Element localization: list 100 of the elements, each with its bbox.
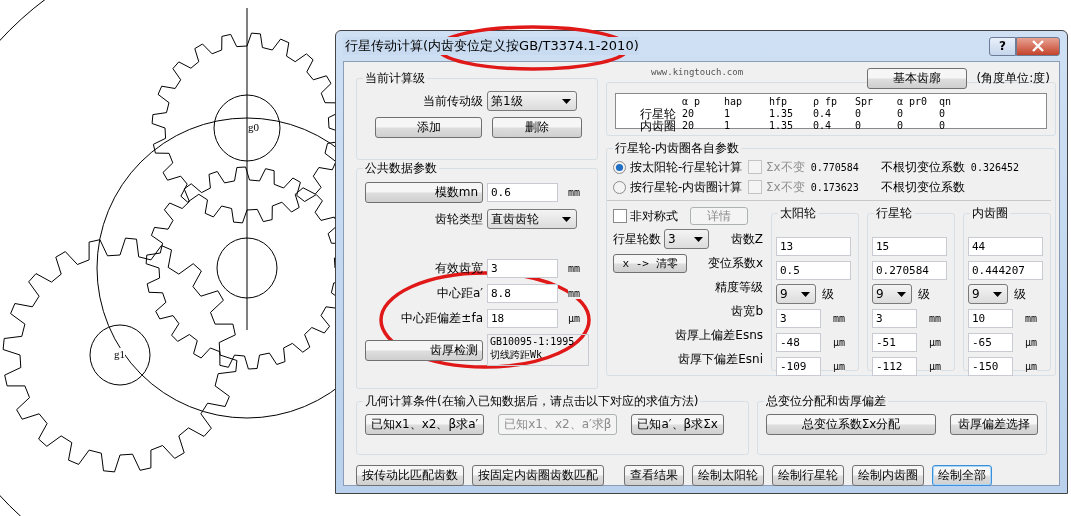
thickness-check-button[interactable]: 齿厚检测 (365, 339, 483, 361)
input-field[interactable]: -112 (872, 356, 917, 376)
unit-label: mm (568, 187, 581, 198)
checkbox-label: 非对称式 (630, 207, 678, 225)
table-cell-text: 0.4 (812, 120, 833, 132)
table-cell-text: 0 (854, 108, 863, 120)
group-title: 当前计算级 (363, 70, 427, 87)
input-field[interactable]: -150 (968, 356, 1013, 376)
planet-count-dropdown[interactable]: 3 (664, 229, 709, 249)
action-button[interactable]: 按传动比匹配齿数 (356, 465, 464, 486)
input-field[interactable]: 13 (776, 236, 851, 256)
input-field[interactable]: 15 (872, 236, 947, 256)
group-title: 太阳轮 (778, 205, 818, 222)
field-label: 不根切变位系数 (880, 158, 965, 176)
close-icon (1031, 40, 1045, 52)
action-button[interactable]: 绘制全部 (932, 465, 992, 486)
input-field[interactable]: 3 (487, 259, 558, 278)
unit-label: μm (568, 313, 581, 324)
gear-label: g1 (114, 348, 125, 360)
action-button[interactable]: 绘制内齿圈 (852, 465, 924, 486)
help-button[interactable]: ? (989, 36, 1016, 56)
column-header: ρ fp (812, 96, 839, 108)
gear-type-dropdown[interactable]: 直齿齿轮 (487, 209, 577, 229)
table-cell-text: 0 (938, 120, 947, 132)
unit-label: mm (568, 288, 581, 299)
input-field[interactable]: 0.5 (776, 260, 851, 280)
grade-dropdown[interactable]: 9 (776, 284, 816, 304)
caret-icon (993, 291, 1002, 297)
row-label: 齿数Z (730, 230, 763, 248)
checkbox-label: Σx不变 (766, 178, 805, 196)
checkbox[interactable] (613, 209, 627, 223)
group-title: 行星轮 (874, 205, 914, 222)
field-label: 中心距a′ (435, 285, 483, 302)
input-field[interactable]: 0.270584 (872, 260, 947, 280)
grade-dropdown[interactable]: 9 (872, 284, 912, 304)
module-field[interactable]: 0.6 (487, 183, 558, 202)
profile-button[interactable]: 基本齿廓 (866, 67, 967, 89)
unit-label: 级 (918, 285, 930, 303)
table-cell-text: 20 (681, 108, 696, 120)
close-button[interactable] (1016, 36, 1060, 56)
stage-button[interactable]: 删除 (492, 117, 582, 138)
row-header: 内齿圈 (639, 120, 676, 132)
standard-note: GB10095-1:1995 切线跨距Wk (487, 334, 589, 366)
table-cell-text: 1 (723, 120, 732, 132)
window-title: 行星传动计算(内齿变位定义按GB/T3374.1-2010) (343, 37, 639, 55)
field-label: 当前传动级 (422, 92, 483, 110)
input-field[interactable]: 0.444207 (968, 260, 1043, 280)
grade-dropdown[interactable]: 9 (968, 284, 1008, 304)
action-button[interactable]: 按固定内齿圈齿数匹配 (472, 465, 604, 486)
row-label: 齿宽b (731, 302, 763, 320)
reset-button[interactable]: x -> 清零 (613, 253, 687, 273)
module-button[interactable]: 模数mn (365, 182, 483, 203)
group-title: 几何计算条件(在输入已知数据后，请点击以下对应的求值方法) (363, 393, 701, 410)
table-cell-text: 0 (854, 120, 863, 132)
input-field[interactable]: -109 (776, 356, 821, 376)
input-field[interactable]: 8.8 (487, 284, 558, 303)
allocation-button[interactable]: 总变位系数Σx分配 (766, 414, 936, 435)
stage-button[interactable]: 添加 (375, 117, 482, 138)
value-text: 0.770584 (810, 161, 859, 173)
field-label: 行星轮数 (613, 230, 661, 248)
gear-label: g0 (248, 121, 259, 133)
radio-label: 按行星轮-内齿圈计算 (630, 178, 744, 196)
field-label: 齿轮类型 (434, 210, 483, 228)
input-field[interactable]: 44 (968, 236, 1043, 256)
value-text: 0.326452 (970, 161, 1020, 173)
action-button[interactable]: 绘制太阳轮 (692, 465, 764, 486)
group-title: 公共数据参数 (363, 160, 439, 177)
allocation-button[interactable]: 齿厚偏差选择 (950, 414, 1038, 435)
input-field[interactable]: -48 (776, 332, 821, 352)
table-cell-text: 1 (723, 108, 732, 120)
radio-label: 按太阳轮-行星轮计算 (630, 158, 744, 176)
column-header: hap (723, 96, 744, 108)
action-button[interactable]: 查看结果 (624, 465, 684, 486)
row-header: 行星轮 (639, 108, 676, 120)
table-cell-text: 20 (681, 120, 696, 132)
group-title: 总变位分配和齿厚偏差 (764, 393, 888, 410)
unit-label: 级 (1014, 285, 1026, 303)
caret-icon (801, 291, 810, 297)
input-field[interactable]: 3 (872, 308, 917, 328)
value-text: 0.173623 (810, 181, 859, 193)
field-label: 不根切变位系数 (880, 178, 965, 196)
table-cell-text: 1.35 (768, 120, 795, 132)
input-field[interactable]: 18 (487, 309, 558, 328)
caret-icon (897, 291, 906, 297)
table-cell-text: 0.4 (812, 108, 833, 120)
column-header: α p (681, 96, 702, 108)
input-field[interactable]: -51 (872, 332, 917, 352)
solve-button[interactable]: 已知x1、x2、β求a′ (365, 414, 485, 435)
caret-icon (562, 98, 571, 104)
action-button[interactable]: 绘制行星轮 (772, 465, 844, 486)
group-title: 行星轮-内齿圈各自参数 (613, 140, 742, 157)
table-cell-text: 1.35 (768, 108, 795, 120)
input-field[interactable]: 3 (776, 308, 821, 328)
table-cell-text: 0 (896, 108, 905, 120)
input-field[interactable]: -65 (968, 332, 1013, 352)
solve-button[interactable]: 已知a′、β求Σx (631, 414, 724, 435)
stage-dropdown[interactable]: 第1级 (487, 91, 577, 111)
input-field[interactable]: 10 (968, 308, 1013, 328)
unit-note: (角度单位:度) (976, 69, 1050, 87)
caret-icon (694, 236, 703, 242)
